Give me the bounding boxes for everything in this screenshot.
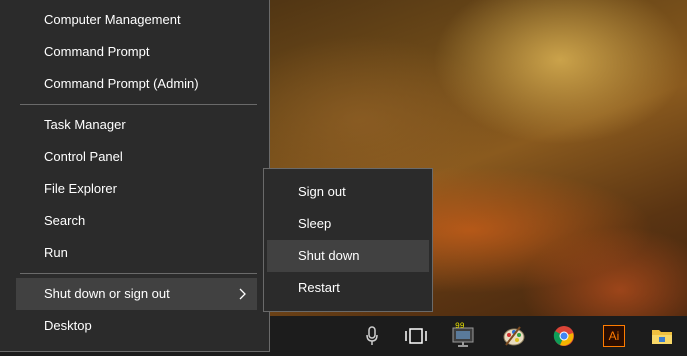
menu-item-run[interactable]: Run: [16, 237, 257, 269]
menu-separator: [20, 104, 257, 105]
task-view-icon[interactable]: [392, 316, 440, 356]
menu-item-command-prompt-admin[interactable]: Command Prompt (Admin): [16, 68, 257, 100]
menu-item-search[interactable]: Search: [16, 205, 257, 237]
chevron-right-icon: [239, 278, 247, 310]
monitor-badge: 99: [455, 322, 465, 331]
shutdown-label: Shut down or sign out: [44, 286, 170, 301]
microphone-icon[interactable]: [348, 316, 396, 356]
illustrator-label: Ai: [608, 329, 620, 343]
monitor-app-icon[interactable]: 99: [441, 316, 489, 356]
illustrator-icon[interactable]: Ai: [590, 316, 638, 356]
winx-menu: Computer Management Command Prompt Comma…: [0, 0, 270, 352]
menu-item-file-explorer[interactable]: File Explorer: [16, 173, 257, 205]
menu-item-control-panel[interactable]: Control Panel: [16, 141, 257, 173]
menu-item-task-manager[interactable]: Task Manager: [16, 109, 257, 141]
power-submenu: Sign out Sleep Shut down Restart: [263, 168, 433, 312]
paint-palette-icon[interactable]: [490, 316, 538, 356]
submenu-item-sign-out[interactable]: Sign out: [267, 176, 429, 208]
submenu-item-sleep[interactable]: Sleep: [267, 208, 429, 240]
menu-separator: [20, 273, 257, 274]
menu-item-shut-down-or-sign-out[interactable]: Shut down or sign out: [16, 278, 257, 310]
menu-item-desktop[interactable]: Desktop: [16, 310, 257, 342]
submenu-item-restart[interactable]: Restart: [267, 272, 429, 304]
submenu-item-shut-down[interactable]: Shut down: [267, 240, 429, 272]
chrome-icon[interactable]: [540, 316, 588, 356]
menu-item-command-prompt[interactable]: Command Prompt: [16, 36, 257, 68]
file-explorer-icon[interactable]: [638, 316, 686, 356]
menu-item-computer-management[interactable]: Computer Management: [16, 4, 257, 36]
